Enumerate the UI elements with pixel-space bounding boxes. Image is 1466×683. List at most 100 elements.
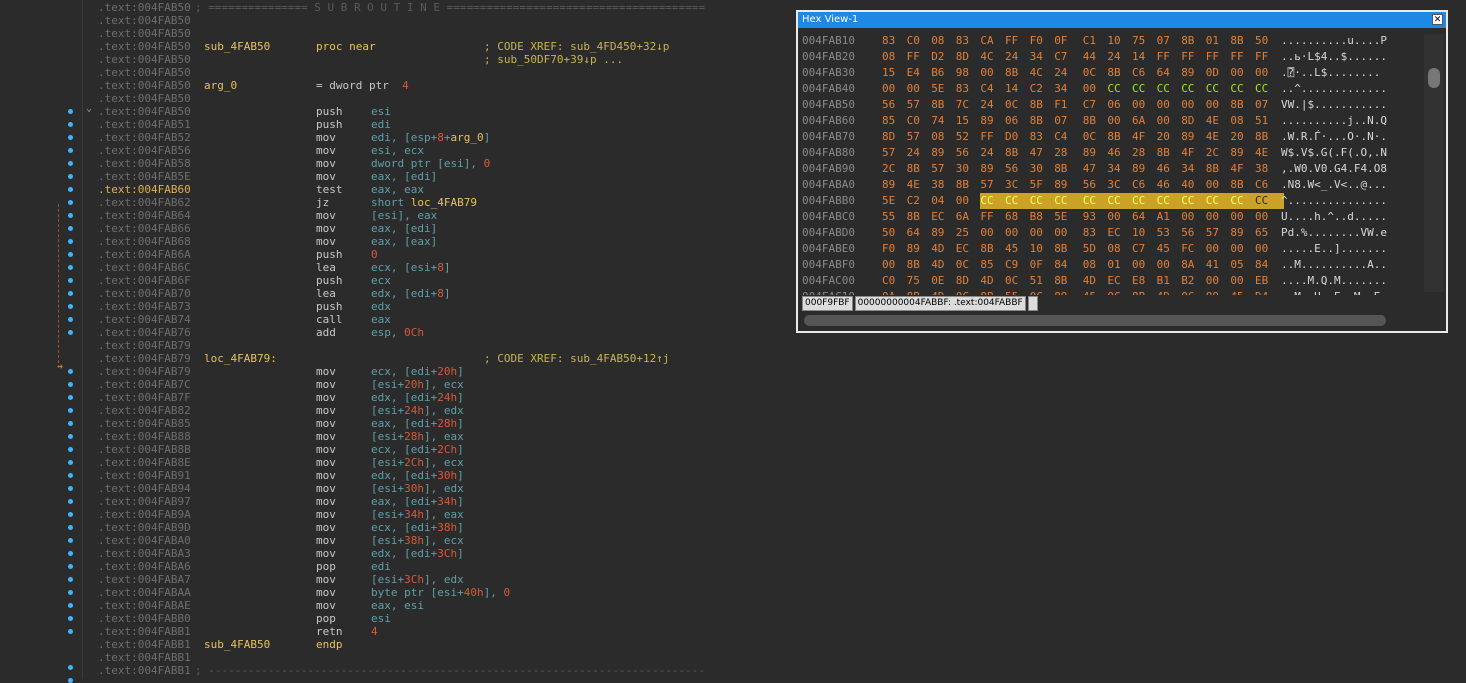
hex-byte[interactable]: 00 bbox=[1107, 113, 1120, 129]
hex-byte[interactable]: 00 bbox=[1054, 225, 1067, 241]
breakpoint-dot[interactable] bbox=[68, 473, 73, 478]
hex-byte[interactable]: 38 bbox=[931, 177, 944, 193]
hex-byte[interactable]: 8B bbox=[1030, 113, 1043, 129]
hex-byte[interactable]: 24 bbox=[907, 145, 920, 161]
breakpoint-dot[interactable] bbox=[68, 665, 73, 670]
hex-byte[interactable]: 8B bbox=[1030, 97, 1043, 113]
hex-byte[interactable]: 34 bbox=[1107, 161, 1120, 177]
hex-byte[interactable]: 51 bbox=[1255, 113, 1268, 129]
hex-byte[interactable]: 30 bbox=[1030, 161, 1043, 177]
hex-byte[interactable]: 00 bbox=[1157, 113, 1170, 129]
breakpoint-dot[interactable] bbox=[68, 629, 73, 634]
instruction-operands[interactable]: 4 bbox=[371, 625, 378, 638]
disasm-line[interactable]: .text:004FAB70 lea edx, [edi+8] bbox=[90, 287, 790, 300]
hex-byte[interactable]: 89 bbox=[907, 241, 920, 257]
hex-byte[interactable]: D0 bbox=[1005, 129, 1018, 145]
breakpoint-dot[interactable] bbox=[68, 590, 73, 595]
hex-byte[interactable]: 47 bbox=[1030, 145, 1043, 161]
disasm-line[interactable]: .text:004FABB0 pop esi bbox=[90, 612, 790, 625]
disasm-line[interactable]: .text:004FABA3 mov edx, [edi+3Ch] bbox=[90, 547, 790, 560]
hex-byte[interactable]: EB bbox=[1255, 273, 1268, 289]
hex-view-titlebar[interactable]: Hex View-1 ✕ bbox=[798, 12, 1446, 28]
hex-row-ascii[interactable]: ..M..U..E..M..E. bbox=[1281, 289, 1387, 295]
hex-row[interactable]: 004FAB70 8D 57 08 52 FF D0 83 C4 0C 8B 4F 20 89 4E 20 8B… bbox=[798, 129, 1438, 145]
hex-byte[interactable]: 0F bbox=[1030, 257, 1043, 273]
disasm-line[interactable]: .text:004FAB52 mov edi, [esp+8+arg_0] bbox=[90, 131, 790, 144]
hex-byte[interactable]: 8B bbox=[1230, 97, 1243, 113]
hex-byte[interactable]: 5F bbox=[1030, 177, 1043, 193]
hex-byte[interactable]: 4D bbox=[980, 273, 993, 289]
hex-byte[interactable]: 8B bbox=[1230, 33, 1243, 49]
instruction-operands[interactable]: eax, esi bbox=[371, 599, 424, 612]
hex-byte[interactable]: 34 bbox=[1054, 81, 1067, 97]
hex-byte[interactable]: 4D bbox=[931, 241, 944, 257]
hex-byte[interactable]: 46 bbox=[1107, 145, 1120, 161]
hex-byte[interactable]: 65 bbox=[1255, 225, 1268, 241]
hex-byte[interactable]: CC bbox=[1255, 81, 1268, 97]
disasm-line[interactable]: .text:004FAB82 mov [esi+24h], edx bbox=[90, 404, 790, 417]
hex-byte[interactable]: 00 bbox=[882, 81, 895, 97]
hex-byte[interactable]: 75 bbox=[1132, 33, 1145, 49]
hex-byte[interactable]: 00 bbox=[1255, 209, 1268, 225]
hex-byte[interactable]: 14 bbox=[1132, 49, 1145, 65]
hex-byte[interactable]: CC bbox=[980, 193, 994, 209]
hex-byte[interactable]: 47 bbox=[1083, 161, 1096, 177]
hex-byte[interactable]: 00 bbox=[1255, 65, 1268, 81]
hex-byte[interactable]: 89 bbox=[931, 145, 944, 161]
hex-byte[interactable]: 07 bbox=[1054, 113, 1067, 129]
hex-byte[interactable]: 24 bbox=[980, 145, 993, 161]
hex-row-ascii[interactable]: U....h.^..d..... bbox=[1281, 209, 1387, 225]
hex-byte[interactable]: C6 bbox=[1255, 177, 1268, 193]
hex-byte[interactable]: D4 bbox=[1255, 289, 1268, 295]
instruction-operands[interactable]: short loc_4FAB79 bbox=[371, 196, 477, 209]
hex-byte[interactable]: 83 bbox=[1030, 129, 1043, 145]
hex-byte[interactable]: 45 bbox=[1230, 289, 1243, 295]
hex-byte[interactable]: C0 bbox=[907, 113, 920, 129]
hex-row[interactable]: 004FAB40 00 00 5E 83 C4 14 C2 34 00 CC CC CC CC CC CC CC… bbox=[798, 81, 1438, 97]
disasm-line[interactable]: .text:004FAB8B mov ecx, [edi+2Ch] bbox=[90, 443, 790, 456]
hex-byte[interactable]: 45 bbox=[1005, 241, 1018, 257]
hex-byte[interactable]: EC bbox=[931, 209, 944, 225]
hex-row-ascii[interactable]: ^............... bbox=[1281, 193, 1387, 209]
hex-byte[interactable]: C4 bbox=[980, 81, 993, 97]
hex-byte[interactable]: 0A bbox=[882, 289, 895, 295]
disasm-line[interactable]: .text:004FAB66 mov eax, [edi] bbox=[90, 222, 790, 235]
disasm-line[interactable]: .text:004FAB79 mov ecx, [edi+20h] bbox=[90, 365, 790, 378]
hex-byte[interactable]: 5D bbox=[1083, 241, 1096, 257]
hex-byte[interactable]: B8 bbox=[1030, 209, 1043, 225]
hex-byte[interactable]: CC bbox=[1181, 81, 1194, 97]
hex-byte[interactable]: 00 bbox=[1230, 65, 1243, 81]
breakpoint-dot[interactable] bbox=[68, 226, 73, 231]
hex-byte[interactable]: CC bbox=[1054, 193, 1068, 209]
disasm-line[interactable]: .text:004FABAA mov byte ptr [esi+40h], 0 bbox=[90, 586, 790, 599]
hex-byte[interactable]: 8B bbox=[907, 209, 920, 225]
hex-byte[interactable]: 57 bbox=[907, 97, 920, 113]
hex-byte[interactable]: 56 bbox=[1083, 177, 1096, 193]
hex-byte[interactable]: CC bbox=[1181, 193, 1195, 209]
hex-byte[interactable]: 8B bbox=[907, 257, 920, 273]
hex-byte[interactable]: 84 bbox=[1255, 257, 1268, 273]
instruction-operands[interactable]: eax, eax bbox=[371, 183, 424, 196]
hex-byte[interactable]: 00 bbox=[1157, 257, 1170, 273]
instruction-operands[interactable]: [esi], eax bbox=[371, 209, 437, 222]
disasm-line[interactable]: .text:004FAB9D mov ecx, [edi+38h] bbox=[90, 521, 790, 534]
hex-row-ascii[interactable]: ....M.Q.M....... bbox=[1281, 273, 1387, 289]
hex-byte[interactable]: 00 bbox=[1255, 241, 1268, 257]
hex-byte[interactable]: 0C bbox=[1107, 289, 1120, 295]
hex-byte[interactable]: 53 bbox=[1157, 225, 1170, 241]
instruction-operands[interactable]: dword ptr [esi], 0 bbox=[371, 157, 490, 170]
instruction-operands[interactable]: eax, [edi+34h] bbox=[371, 495, 464, 508]
hex-byte[interactable]: 00 bbox=[1230, 241, 1243, 257]
hex-byte[interactable]: 56 bbox=[1181, 225, 1194, 241]
hex-row[interactable]: 004FAB80 57 24 89 56 24 8B 47 28 89 46 28 8B 4F 2C 89 4E… bbox=[798, 145, 1438, 161]
hex-row-ascii[interactable]: W$.V$.G(.F(.O,.N bbox=[1281, 145, 1387, 161]
hex-byte[interactable]: 83 bbox=[956, 33, 969, 49]
hex-byte[interactable]: 00 bbox=[1030, 225, 1043, 241]
disasm-line[interactable]: .text:004FAB60 test eax, eax bbox=[90, 183, 790, 196]
hex-byte[interactable]: 00 bbox=[1230, 273, 1243, 289]
hex-row-ascii[interactable]: .⍰·..L$........ bbox=[1281, 65, 1380, 81]
hex-byte[interactable]: 00 bbox=[1107, 209, 1120, 225]
hex-byte[interactable]: F0 bbox=[1030, 33, 1043, 49]
hex-byte[interactable]: 4E bbox=[1255, 145, 1268, 161]
hex-byte[interactable]: 08 bbox=[931, 129, 944, 145]
